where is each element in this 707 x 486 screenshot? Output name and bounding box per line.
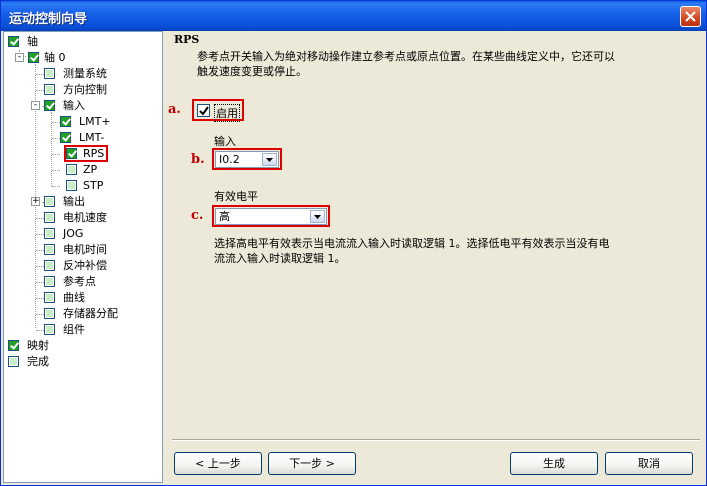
- close-button[interactable]: [680, 6, 701, 27]
- dropdown-button[interactable]: [310, 210, 325, 223]
- checkbox-icon: [44, 68, 55, 79]
- checkbox-icon: [44, 276, 55, 287]
- dropdown-button[interactable]: [262, 153, 277, 166]
- checkbox-icon: [44, 260, 55, 271]
- input-select-value: I0.2: [219, 153, 240, 166]
- checkbox-icon: [44, 196, 55, 207]
- checkmark-icon: [199, 106, 209, 116]
- chevron-down-icon: [266, 158, 273, 162]
- checkbox-icon: [66, 164, 77, 175]
- checkbox-icon: [44, 244, 55, 255]
- wizard-window: 运动控制向导 轴 - 轴 0 测量系统 方向控制 - 输入 LMT+ LMT- …: [0, 0, 707, 486]
- active-level-select[interactable]: 高: [215, 208, 327, 225]
- navigation-tree: 轴 - 轴 0 测量系统 方向控制 - 输入 LMT+ LMT- RPS ZP …: [3, 31, 163, 483]
- checkbox-icon: [44, 228, 55, 239]
- title-bar[interactable]: 运动控制向导: [1, 1, 706, 31]
- chevron-down-icon: [314, 215, 321, 219]
- checkbox-icon: [44, 292, 55, 303]
- annotation-a: a.: [168, 102, 181, 117]
- checkbox-icon: [44, 324, 55, 335]
- active-level-note: 选择高电平有效表示当电流流入输入时读取逻辑 1。选择低电平有效表示当没有电 流流…: [214, 237, 610, 265]
- collapse-icon[interactable]: -: [31, 101, 40, 110]
- active-level-value: 高: [219, 210, 230, 223]
- checkbox-icon: [44, 84, 55, 95]
- annotation-c: c.: [191, 208, 204, 223]
- checkbox-icon: [28, 52, 39, 63]
- prev-button[interactable]: < 上一步: [174, 452, 262, 475]
- checkbox-icon: [44, 308, 55, 319]
- cancel-button[interactable]: 取消: [605, 452, 693, 475]
- generate-button[interactable]: 生成: [510, 452, 598, 475]
- close-icon: [685, 11, 696, 22]
- window-title: 运动控制向导: [9, 12, 88, 27]
- checkbox-icon: [44, 100, 55, 111]
- input-select[interactable]: I0.2: [215, 151, 279, 168]
- enable-checkbox[interactable]: [197, 104, 210, 117]
- checkbox-icon: [60, 116, 71, 127]
- content-pane: RPS 参考点开关输入为绝对移动操作建立参考点或原点位置。在某些曲线定义中，它还…: [164, 31, 706, 485]
- separator: [172, 439, 700, 441]
- expand-icon[interactable]: +: [31, 197, 40, 206]
- checkbox-icon: [44, 212, 55, 223]
- annotation-b: b.: [191, 152, 205, 167]
- input-label: 输入: [214, 135, 236, 148]
- page-description: 参考点开关输入为绝对移动操作建立参考点或原点位置。在某些曲线定义中，它还可以 触…: [197, 50, 615, 78]
- checkbox-icon: [60, 132, 71, 143]
- collapse-icon[interactable]: -: [15, 53, 24, 62]
- enable-label[interactable]: 启用: [214, 104, 240, 122]
- checkbox-icon: [8, 356, 19, 367]
- next-button[interactable]: 下一步 >: [268, 452, 356, 475]
- checkbox-icon: [8, 340, 19, 351]
- active-level-label: 有效电平: [214, 190, 258, 203]
- checkbox-icon: [66, 180, 77, 191]
- checkbox-icon: [66, 148, 77, 159]
- page-title: RPS: [174, 33, 200, 46]
- checkbox-icon: [8, 36, 19, 47]
